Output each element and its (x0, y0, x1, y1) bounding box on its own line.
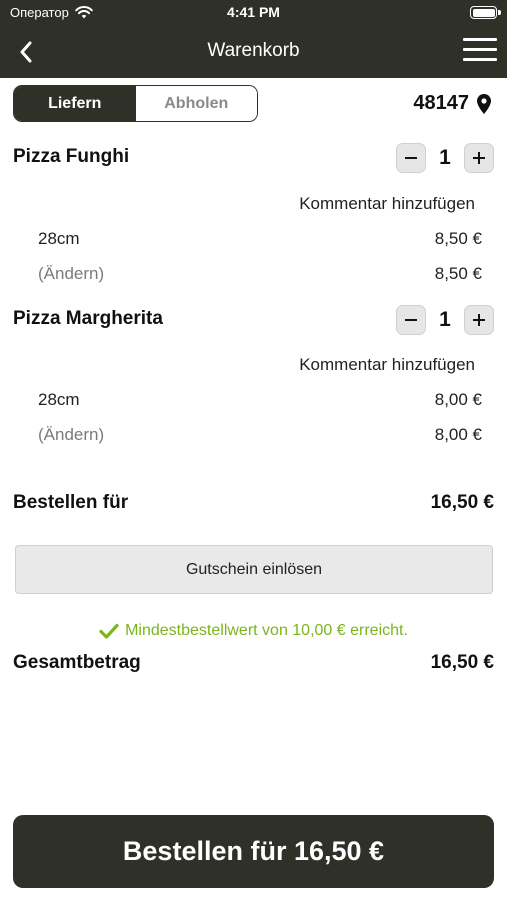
page-title: Warenkorb (207, 40, 300, 61)
subtotal-value: 16,50 € (430, 492, 494, 513)
decrease-quantity-button[interactable] (396, 143, 426, 173)
nav-bar: Warenkorb (0, 26, 507, 78)
battery-icon (470, 6, 501, 19)
quantity-value: 1 (439, 308, 451, 331)
item-name: Pizza Funghi (13, 146, 130, 167)
hamburger-menu-icon[interactable] (463, 38, 497, 66)
subtotal-label: Bestellen für (13, 492, 129, 513)
total-label: Gesamtbetrag (13, 652, 141, 673)
toggle-liefern[interactable]: Liefern (14, 86, 136, 121)
item-size: 28cm (38, 229, 80, 248)
add-comment-link[interactable]: Kommentar hinzufügen (299, 194, 475, 214)
quantity-stepper: 1 (396, 305, 494, 335)
quantity-value: 1 (439, 146, 451, 169)
minus-icon (405, 319, 417, 321)
change-item-link[interactable]: (Ändern) (38, 264, 104, 284)
location-pin-icon (477, 93, 491, 114)
item-size-price: 8,00 € (434, 390, 482, 409)
min-order-text: Mindestbestellwert von 10,00 € erreicht. (125, 622, 408, 639)
toggle-abholen[interactable]: Abholen (135, 86, 257, 121)
minus-icon (405, 157, 417, 159)
delivery-toggle: Liefern Abholen (13, 85, 258, 122)
status-bar: Оператор 4:41 PM (0, 0, 507, 26)
item-size-price: 8,50 € (434, 229, 482, 248)
status-time: 4:41 PM (227, 4, 280, 20)
order-button[interactable]: Bestellen für 16,50 € (13, 815, 494, 888)
plus-icon (473, 152, 485, 164)
location-selector[interactable]: 48147 (413, 92, 491, 115)
add-comment-link[interactable]: Kommentar hinzufügen (299, 355, 475, 375)
zip-code: 48147 (413, 92, 469, 114)
total-value: 16,50 € (430, 652, 494, 673)
item-total: 8,00 € (434, 425, 482, 444)
increase-quantity-button[interactable] (464, 143, 494, 173)
decrease-quantity-button[interactable] (396, 305, 426, 335)
item-total: 8,50 € (434, 264, 482, 283)
plus-icon (473, 314, 485, 326)
change-item-link[interactable]: (Ändern) (38, 425, 104, 445)
redeem-voucher-button[interactable]: Gutschein einlösen (15, 545, 493, 594)
item-size: 28cm (38, 390, 80, 409)
checkmark-icon (99, 623, 119, 639)
increase-quantity-button[interactable] (464, 305, 494, 335)
item-name: Pizza Margherita (13, 308, 163, 329)
quantity-stepper: 1 (396, 143, 494, 173)
min-order-notice: Mindestbestellwert von 10,00 € erreicht. (0, 622, 507, 640)
